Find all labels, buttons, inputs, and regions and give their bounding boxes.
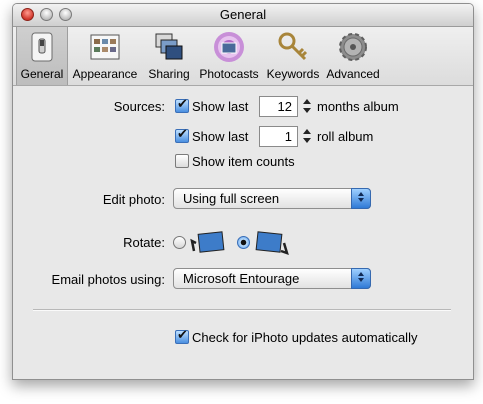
- rotate-counterclockwise-icon: [190, 231, 225, 253]
- check-updates-label: Check for iPhoto updates automatically: [192, 330, 418, 345]
- preferences-window: General General Appearance Sharing Photo…: [12, 3, 474, 380]
- switch-icon: [31, 32, 53, 62]
- show-item-counts-checkbox[interactable]: [175, 154, 189, 168]
- show-months-checkbox[interactable]: [175, 97, 189, 113]
- rotate-counterclockwise-radio[interactable]: [173, 236, 186, 249]
- months-count-field[interactable]: 12: [259, 96, 298, 117]
- window-title: General: [219, 7, 267, 22]
- tab-general[interactable]: General: [16, 27, 68, 85]
- edit-photo-popup[interactable]: Using full screen: [173, 188, 371, 209]
- email-app-popup[interactable]: Microsoft Entourage: [173, 268, 371, 289]
- tab-appearance[interactable]: Appearance: [70, 27, 140, 85]
- tab-keywords-label: Keywords: [266, 67, 320, 81]
- tab-advanced[interactable]: Advanced: [324, 27, 382, 85]
- section-divider: [33, 309, 451, 311]
- rolls-count-field[interactable]: 1: [259, 126, 298, 147]
- title-bar[interactable]: General: [13, 4, 473, 27]
- tab-photocasts-label: Photocasts: [199, 67, 259, 81]
- check-updates-checkbox[interactable]: [175, 328, 189, 344]
- tab-photocasts[interactable]: Photocasts: [197, 27, 261, 85]
- sources-label: Sources:: [113, 99, 165, 114]
- show-item-counts-label: Show item counts: [192, 154, 295, 169]
- key-icon: [278, 32, 308, 61]
- preferences-toolbar: General Appearance Sharing Photocasts Ke…: [13, 27, 473, 86]
- tab-sharing[interactable]: Sharing: [144, 27, 194, 85]
- rolls-stepper[interactable]: [301, 127, 312, 148]
- appearance-icon: [90, 34, 120, 60]
- months-stepper[interactable]: [301, 97, 312, 118]
- rotate-clockwise-radio[interactable]: [237, 236, 250, 249]
- tab-keywords[interactable]: Keywords: [264, 27, 322, 85]
- tab-sharing-label: Sharing: [148, 67, 190, 81]
- popup-arrows-icon: [351, 268, 371, 289]
- rolls-suffix: roll album: [317, 129, 374, 144]
- show-rolls-prefix: Show last: [192, 129, 249, 144]
- months-suffix: months album: [317, 99, 399, 114]
- tab-appearance-label: Appearance: [72, 67, 138, 81]
- gear-icon: [339, 33, 367, 61]
- tab-general-label: General: [20, 67, 64, 81]
- show-months-prefix: Show last: [192, 99, 249, 114]
- email-app-value: Microsoft Entourage: [183, 271, 300, 286]
- tab-advanced-label: Advanced: [326, 67, 380, 81]
- popup-arrows-icon: [351, 188, 371, 209]
- edit-photo-label: Edit photo:: [102, 192, 165, 207]
- rotate-clockwise-icon: [255, 231, 289, 255]
- rotate-label: Rotate:: [123, 235, 165, 250]
- email-photos-label: Email photos using:: [51, 272, 165, 287]
- show-rolls-checkbox[interactable]: [175, 127, 189, 143]
- sharing-icon: [155, 33, 183, 60]
- photocasts-icon: [214, 32, 244, 62]
- edit-photo-value: Using full screen: [183, 191, 280, 206]
